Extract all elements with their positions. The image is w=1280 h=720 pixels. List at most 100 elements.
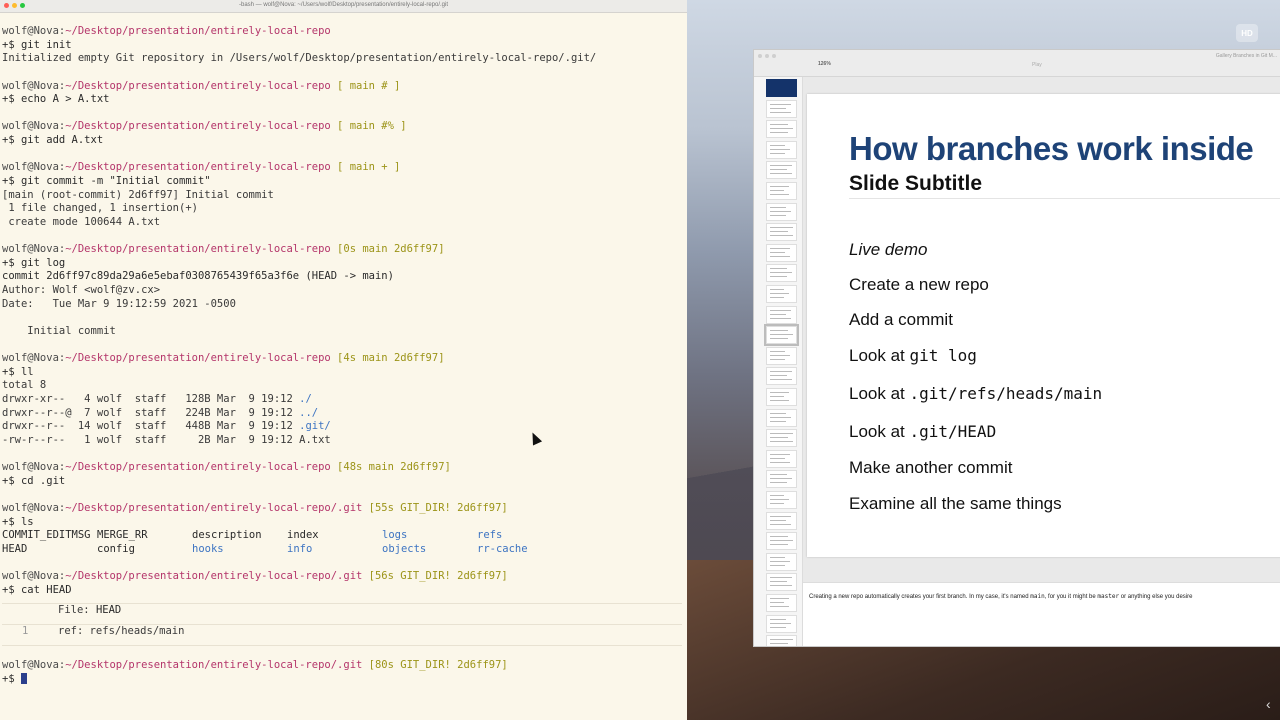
prompt-path: ~/Desktop/presentation/entirely-local-re… [65,570,363,582]
slide-thumbnail[interactable] [766,594,797,612]
terminal-line: +$ cat HEAD [2,584,682,598]
slide-thumbnail[interactable] [766,285,797,303]
slide-thumbnail[interactable] [766,120,797,139]
chevron-left-icon[interactable]: ‹ [1266,696,1271,712]
slide-bullet[interactable]: Add a commit [849,310,953,330]
bullet-text[interactable]: Live demo [849,240,927,259]
dir-entry: info [287,542,313,555]
minimize-button[interactable] [765,54,769,58]
play-button[interactable]: Play [1032,62,1042,68]
current-slide[interactable]: How branches work inside Slide Subtitle … [807,94,1280,557]
slide-thumbnail[interactable] [766,367,797,386]
bullet-text[interactable]: Add a commit [849,310,953,329]
slide-thumbnail[interactable] [766,388,797,406]
bullet-code[interactable]: .git/HEAD [910,422,997,441]
prompt-line: wolf@Nova:~/Desktop/presentation/entirel… [2,120,682,134]
dir-entry: hooks [192,542,224,555]
bullet-code[interactable]: .git/refs/heads/main [910,384,1103,403]
ls-entry-name: .git/ [299,420,331,433]
terminal-line: COMMIT_EDITMSG MERGE_RR description index lo… [2,529,682,543]
slide-subtitle[interactable]: Slide Subtitle [849,172,982,196]
dir-entry: rr-cache [477,542,528,555]
slide-thumbnail[interactable] [766,346,797,365]
zoom-level[interactable]: 126% [818,61,831,67]
zoom-button[interactable] [772,54,776,58]
command-text: +$ ls [2,515,34,528]
slide-thumbnail[interactable] [766,614,797,633]
slide-bullet[interactable]: Examine all the same things [849,494,1062,514]
prompt-line: wolf@Nova:~/Desktop/presentation/entirel… [2,80,682,94]
slide-thumbnail[interactable] [766,243,797,262]
prompt-user-host: wolf@Nova: [2,461,66,473]
slide-bullet[interactable]: Look at .git/refs/heads/main [849,384,1102,404]
prompt-status: [56s GIT_DIR! 2d6ff97] [362,570,508,582]
prompt-path: ~/Desktop/presentation/entirely-local-re… [65,161,331,174]
bullet-text[interactable]: Make another commit [849,458,1012,477]
bullet-text[interactable]: Look at [849,346,910,365]
slide-thumbnail[interactable] [766,202,797,221]
slide-thumbnail[interactable] [766,429,797,448]
slide-thumbnail[interactable] [766,470,797,489]
close-button[interactable] [758,54,762,58]
slide-bullet[interactable]: Make another commit [849,458,1012,478]
slide-thumbnail[interactable] [766,161,797,180]
slide-canvas[interactable]: How branches work inside Slide Subtitle … [803,77,1280,582]
bullet-code[interactable]: git log [910,346,977,365]
slide-thumbnail[interactable] [766,305,797,324]
ls-entry-meta: drwxr--r--@ 7 wolf staff 224B Mar 9 19:1… [2,406,300,419]
commit-hash: commit 2d6ff97c89da29a6e5ebaf0308765439f… [2,270,300,283]
bullet-text[interactable]: Look at [849,422,910,441]
dir-entry: objects [382,542,427,555]
slide-thumbnail[interactable] [766,491,797,509]
bullet-text[interactable]: Create a new repo [849,275,989,294]
presenter-notes[interactable]: Creating a new repo automatically create… [803,582,1280,646]
prompt-user-host: wolf@Nova: [2,161,66,174]
terminal-line: +$ echo A > A.txt [2,93,682,107]
slide-thumbnail[interactable] [766,182,797,200]
slide-thumbnail[interactable] [766,264,797,283]
terminal-line: drwxr--r-- 14 wolf staff 448B Mar 9 19:1… [2,420,682,434]
slide-bullet[interactable]: Look at .git/HEAD [849,422,996,442]
terminal-output[interactable]: wolf@Nova:~/Desktop/presentation/entirel… [2,25,682,686]
slide-navigator[interactable] [754,77,803,646]
slide-thumbnail[interactable] [766,99,797,118]
terminal-line: File: HEAD [2,604,682,618]
keynote-window[interactable]: 126% Play Gallery Branches in Git M... H… [753,49,1280,647]
slide-thumbnail[interactable] [766,511,797,530]
terminal-titlebar[interactable]: -bash — wolf@Nova: ~/Users/wolf/Desktop/… [0,0,687,13]
dir-entry: logs [382,529,408,542]
slide-thumbnail[interactable] [766,408,797,427]
text-cursor[interactable] [20,673,27,685]
slide-thumbnail[interactable] [766,223,797,242]
keynote-toolbar[interactable]: 126% Play Gallery Branches in Git M... [754,50,1280,77]
ls-entry-meta: drwxr--r-- 14 wolf staff 448B Mar 9 19:1… [2,420,300,433]
prompt-user-host: wolf@Nova: [2,352,66,364]
slide-thumbnail[interactable] [766,449,797,468]
slide-thumbnail[interactable] [766,552,797,571]
slide-thumbnail[interactable] [766,532,797,551]
notes-text[interactable]: Creating a new repo automatically create… [809,593,1192,600]
prompt-status: [55s GIT_DIR! 2d6ff97] [362,501,508,514]
terminal-line: commit 2d6ff97c89da29a6e5ebaf0308765439f… [2,270,682,284]
terminal-line: +$ git add A.txt [2,134,682,148]
slide-thumbnail[interactable] [764,324,799,347]
terminal-line: HEAD config hooks info objects rr-cache [2,543,682,557]
terminal-window[interactable]: -bash — wolf@Nova: ~/Users/wolf/Desktop/… [0,0,687,720]
ls-entry-meta: drwxr-xr-- 4 wolf staff 128B Mar 9 19:12 [2,392,300,405]
terminal-line: +$ cd .git [2,475,682,489]
ls-entry-meta: -rw-r--r-- 1 wolf staff 2B Mar 9 19:12 [2,433,300,446]
slide-bullet[interactable]: Create a new repo [849,275,989,295]
slide-bullet[interactable]: Live demo [849,240,927,260]
slide-thumbnail[interactable] [766,140,797,159]
output-text: Initialized empty Git repository in /Use… [2,52,597,65]
bullet-text[interactable]: Examine all the same things [849,494,1062,513]
slide-title[interactable]: How branches work inside [849,130,1254,168]
slide-thumbnail[interactable] [766,79,797,97]
slide-thumbnail[interactable] [766,573,797,592]
slide-thumbnail[interactable] [766,635,797,646]
bullet-text[interactable]: Look at [849,384,910,403]
slide-bullet[interactable]: Look at git log [849,346,977,366]
